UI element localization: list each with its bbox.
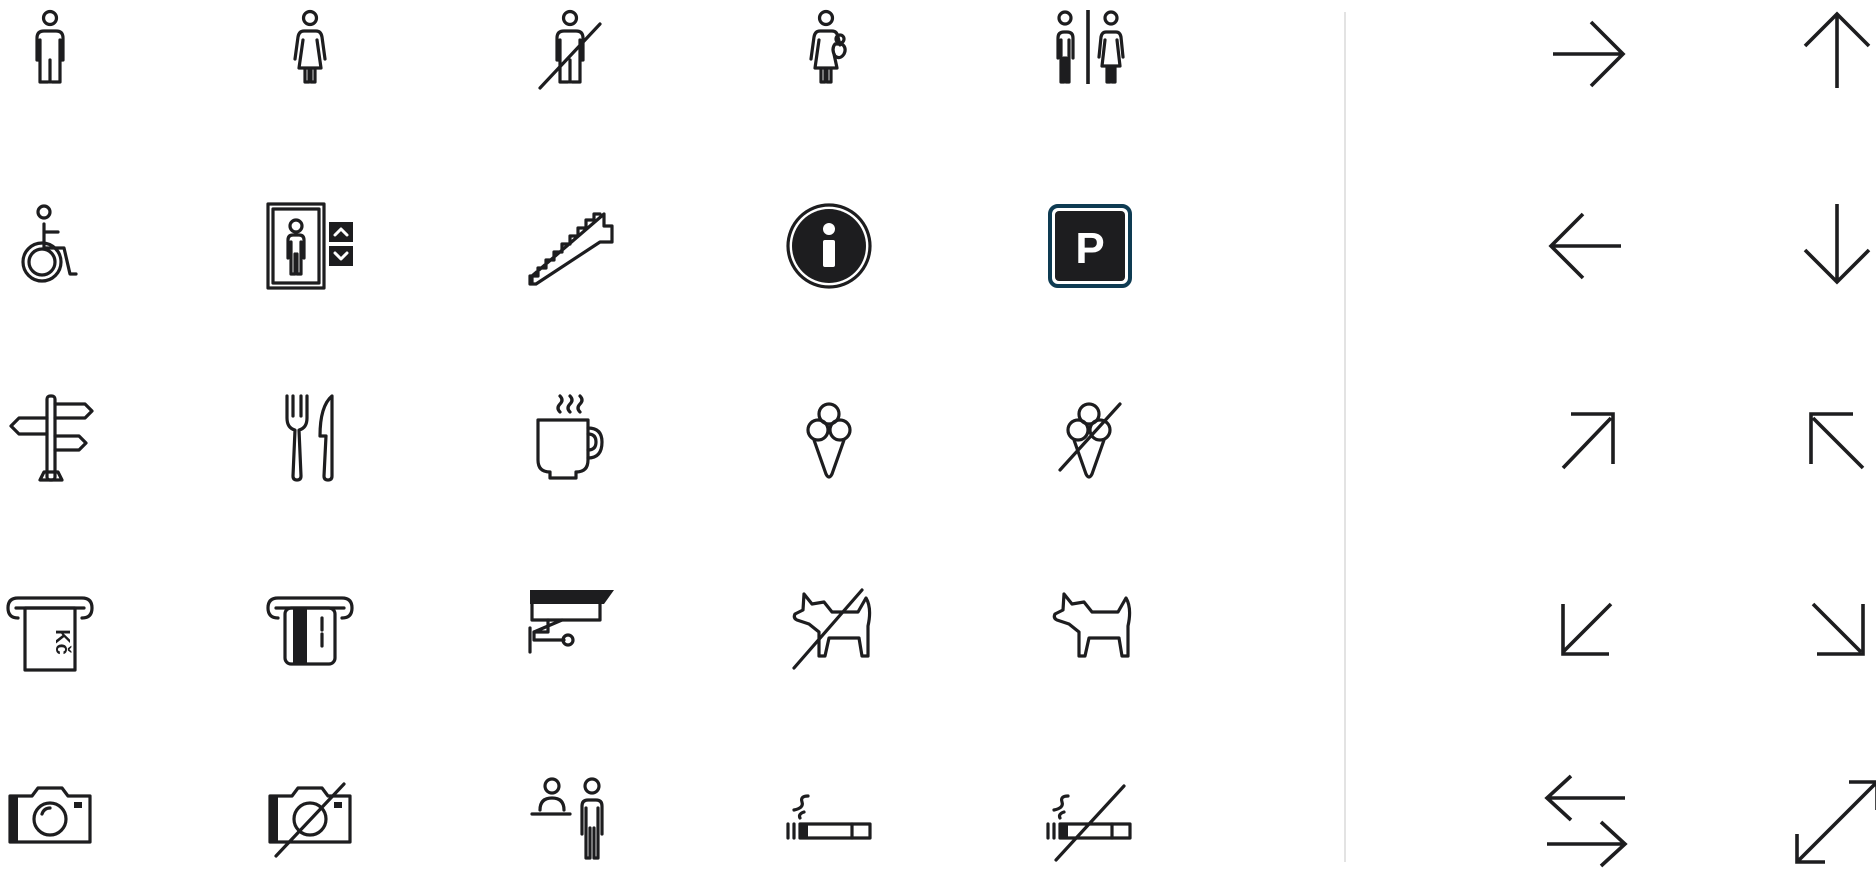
cash-atm-icon: Kč [0, 580, 100, 680]
arrow-left-icon [1537, 196, 1637, 296]
card-atm-icon [260, 580, 360, 680]
wheelchair-icon [0, 196, 100, 296]
parking-icon: P [1038, 196, 1138, 296]
arrow-up-left-icon [1787, 388, 1876, 488]
elevator-icon [260, 196, 360, 296]
no-smoking-icon [1038, 772, 1138, 872]
atm-currency-label: Kč [51, 629, 73, 655]
column-divider [1344, 12, 1346, 862]
no-photography-icon [260, 772, 360, 872]
smoking-icon [778, 772, 878, 872]
arrow-up-icon [1787, 4, 1876, 104]
information-icon [778, 196, 878, 296]
ice-cream-icon [778, 388, 878, 488]
arrow-right-icon [1537, 4, 1637, 104]
parking-letter: P [1075, 224, 1104, 273]
camera-icon [0, 772, 100, 872]
arrows-left-right-icon [1537, 772, 1637, 872]
expand-diagonal-icon [1787, 772, 1876, 872]
woman-icon [260, 4, 360, 104]
man-icon [0, 4, 100, 104]
restaurant-icon [260, 388, 360, 488]
no-men-icon [520, 4, 620, 104]
reception-icon [520, 772, 620, 872]
mother-with-baby-icon [778, 4, 878, 104]
arrow-down-right-icon [1787, 580, 1876, 680]
arrow-down-left-icon [1537, 580, 1637, 680]
coffee-icon [520, 388, 620, 488]
signpost-icon [0, 388, 100, 488]
cctv-camera-icon [520, 580, 620, 680]
no-ice-cream-icon [1038, 388, 1138, 488]
stairs-icon [520, 196, 620, 296]
toilets-icon [1038, 4, 1138, 104]
arrow-up-right-icon [1537, 388, 1637, 488]
dogs-allowed-icon [1038, 580, 1138, 680]
no-dogs-icon [778, 580, 878, 680]
arrow-down-icon [1787, 196, 1876, 296]
